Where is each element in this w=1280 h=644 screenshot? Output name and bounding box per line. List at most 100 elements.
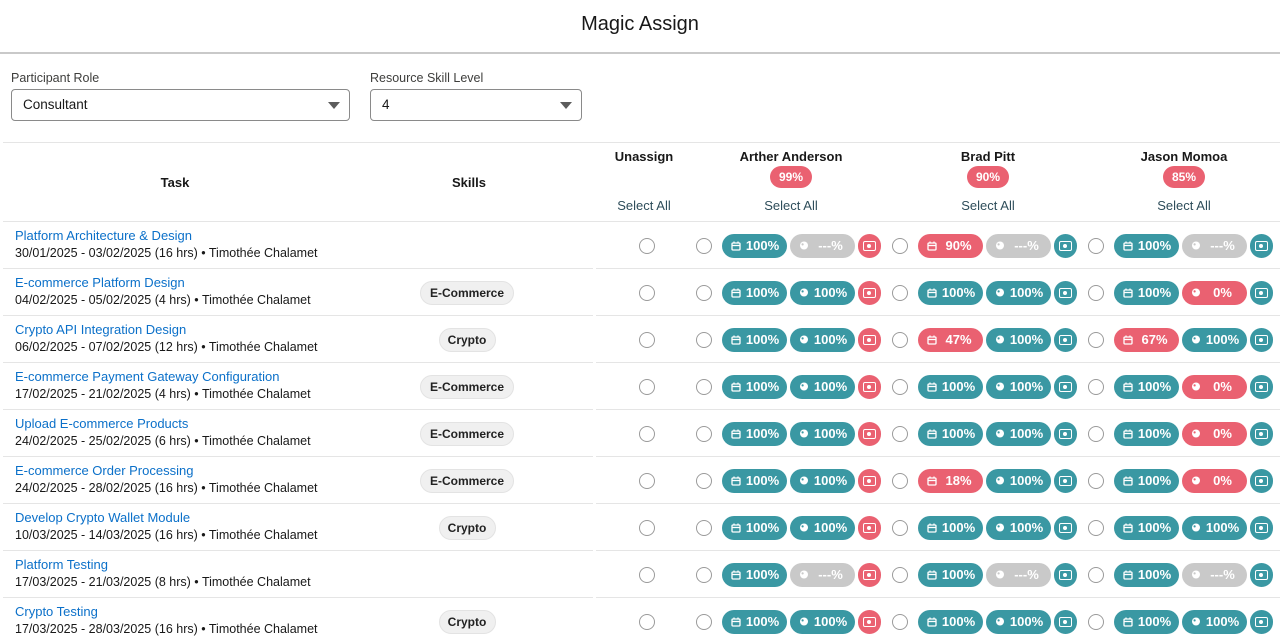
skill-badge-icon	[996, 288, 1004, 297]
assign-radio[interactable]	[892, 332, 908, 348]
resource-select-all[interactable]: Select All	[1124, 198, 1244, 213]
availability-pill: 18%	[918, 469, 983, 493]
row-divider	[3, 409, 593, 410]
assign-radio[interactable]	[1088, 238, 1104, 254]
money-icon	[1059, 570, 1072, 580]
cost-indicator	[1054, 469, 1077, 493]
unassign-radio[interactable]	[639, 238, 655, 254]
unassign-select-all[interactable]: Select All	[584, 198, 704, 213]
unassign-radio[interactable]	[639, 426, 655, 442]
unassign-radio[interactable]	[639, 332, 655, 348]
unassign-radio[interactable]	[639, 285, 655, 301]
availability-value: 100%	[1137, 285, 1172, 300]
task-link[interactable]: Upload E-commerce Products	[15, 416, 188, 431]
availability-value: 100%	[745, 285, 780, 300]
row-divider	[596, 362, 1280, 363]
task-link[interactable]: Platform Testing	[15, 557, 108, 572]
assign-radio[interactable]	[1088, 473, 1104, 489]
row-divider	[596, 550, 1280, 551]
task-link[interactable]: Crypto API Integration Design	[15, 322, 186, 337]
skill-match-value: ---%	[1210, 567, 1235, 582]
assign-radio[interactable]	[892, 520, 908, 536]
assign-radio[interactable]	[892, 567, 908, 583]
participant-role-select[interactable]: Consultant	[11, 89, 350, 121]
skill-badge-icon	[996, 241, 1004, 250]
skill-badge-icon	[996, 617, 1004, 626]
money-icon	[863, 429, 876, 439]
unassign-radio[interactable]	[639, 520, 655, 536]
task-link[interactable]: E-commerce Payment Gateway Configuration	[15, 369, 279, 384]
page-header: Magic Assign	[0, 0, 1280, 54]
availability-pill: 100%	[722, 563, 787, 587]
skill-match-value: 100%	[1205, 520, 1240, 535]
skill-tag: Crypto	[438, 328, 496, 352]
assign-radio[interactable]	[696, 426, 712, 442]
availability-pill: 100%	[918, 375, 983, 399]
availability-pill: 100%	[722, 516, 787, 540]
task-link[interactable]: E-commerce Platform Design	[15, 275, 185, 290]
assign-radio[interactable]	[892, 379, 908, 395]
availability-pill: 100%	[918, 516, 983, 540]
assign-radio[interactable]	[892, 473, 908, 489]
calendar-icon	[927, 570, 937, 580]
assign-radio[interactable]	[696, 285, 712, 301]
calendar-icon	[731, 570, 741, 580]
assign-radio[interactable]	[1088, 520, 1104, 536]
task-link[interactable]: Platform Architecture & Design	[15, 228, 192, 243]
skill-match-pill: 100%	[986, 281, 1051, 305]
unassign-radio[interactable]	[639, 473, 655, 489]
skill-level-select[interactable]: 4	[370, 89, 582, 121]
assign-radio[interactable]	[696, 332, 712, 348]
availability-value: 100%	[745, 520, 780, 535]
assign-radio[interactable]	[892, 238, 908, 254]
skill-badge-icon	[996, 429, 1004, 438]
assign-radio[interactable]	[696, 238, 712, 254]
availability-value: 100%	[745, 473, 780, 488]
skill-level-value: 4	[382, 97, 390, 112]
skill-match-value: 100%	[813, 614, 848, 629]
money-icon	[1255, 429, 1268, 439]
unassign-radio[interactable]	[639, 614, 655, 630]
assign-radio[interactable]	[1088, 379, 1104, 395]
skill-match-pill: 100%	[790, 328, 855, 352]
calendar-icon	[927, 382, 937, 392]
calendar-icon	[927, 476, 937, 486]
unassign-radio[interactable]	[639, 567, 655, 583]
task-dates: 30/01/2025 - 03/02/2025 (16 hrs)	[15, 246, 198, 260]
calendar-icon	[1123, 288, 1133, 298]
money-icon	[1255, 570, 1268, 580]
assign-radio[interactable]	[1088, 332, 1104, 348]
task-link[interactable]: Crypto Testing	[15, 604, 98, 619]
assign-radio[interactable]	[696, 520, 712, 536]
resource-select-all[interactable]: Select All	[731, 198, 851, 213]
availability-pill: 100%	[918, 563, 983, 587]
calendar-icon	[927, 335, 937, 345]
calendar-icon	[731, 335, 741, 345]
task-link[interactable]: E-commerce Order Processing	[15, 463, 193, 478]
resource-select-all[interactable]: Select All	[928, 198, 1048, 213]
money-icon	[863, 288, 876, 298]
assign-radio[interactable]	[1088, 285, 1104, 301]
availability-pill: 100%	[1114, 516, 1179, 540]
unassign-radio[interactable]	[639, 379, 655, 395]
assign-radio[interactable]	[1088, 567, 1104, 583]
calendar-icon	[731, 523, 741, 533]
assign-radio[interactable]	[892, 614, 908, 630]
skill-match-pill: 100%	[986, 328, 1051, 352]
skill-match-pill: ---%	[986, 563, 1051, 587]
skill-match-pill: 100%	[790, 516, 855, 540]
skill-badge-icon	[1192, 241, 1200, 250]
assign-radio[interactable]	[696, 567, 712, 583]
assign-radio[interactable]	[1088, 614, 1104, 630]
assign-radio[interactable]	[892, 285, 908, 301]
assign-radio[interactable]	[696, 614, 712, 630]
assign-radio[interactable]	[696, 379, 712, 395]
task-link[interactable]: Develop Crypto Wallet Module	[15, 510, 190, 525]
availability-pill: 100%	[918, 281, 983, 305]
skill-badge-icon	[800, 288, 808, 297]
assign-radio[interactable]	[696, 473, 712, 489]
assign-radio[interactable]	[1088, 426, 1104, 442]
cost-indicator	[858, 375, 881, 399]
money-icon	[1059, 429, 1072, 439]
assign-radio[interactable]	[892, 426, 908, 442]
